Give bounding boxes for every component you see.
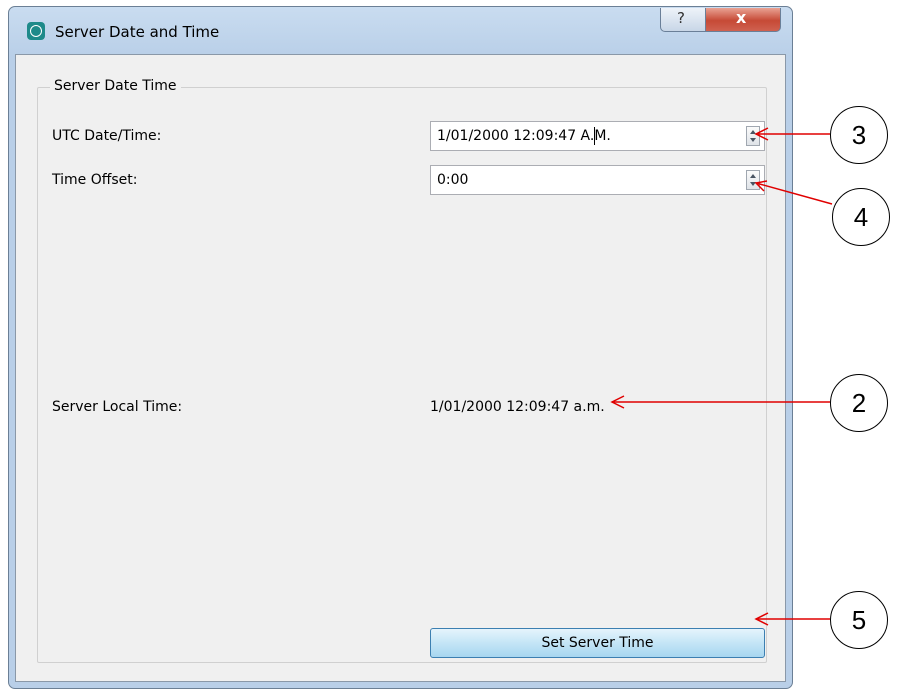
callout-2: 2	[830, 374, 888, 432]
callout-4: 4	[832, 188, 890, 246]
annotation-arrows	[610, 127, 833, 626]
callout-2-number: 2	[851, 388, 867, 418]
arrow-4	[755, 182, 833, 205]
callout-3: 3	[830, 106, 888, 164]
callout-3-number: 3	[851, 120, 867, 150]
callout-4-number: 4	[853, 202, 869, 232]
callout-5-number: 5	[851, 605, 867, 635]
callout-5: 5	[830, 591, 888, 649]
